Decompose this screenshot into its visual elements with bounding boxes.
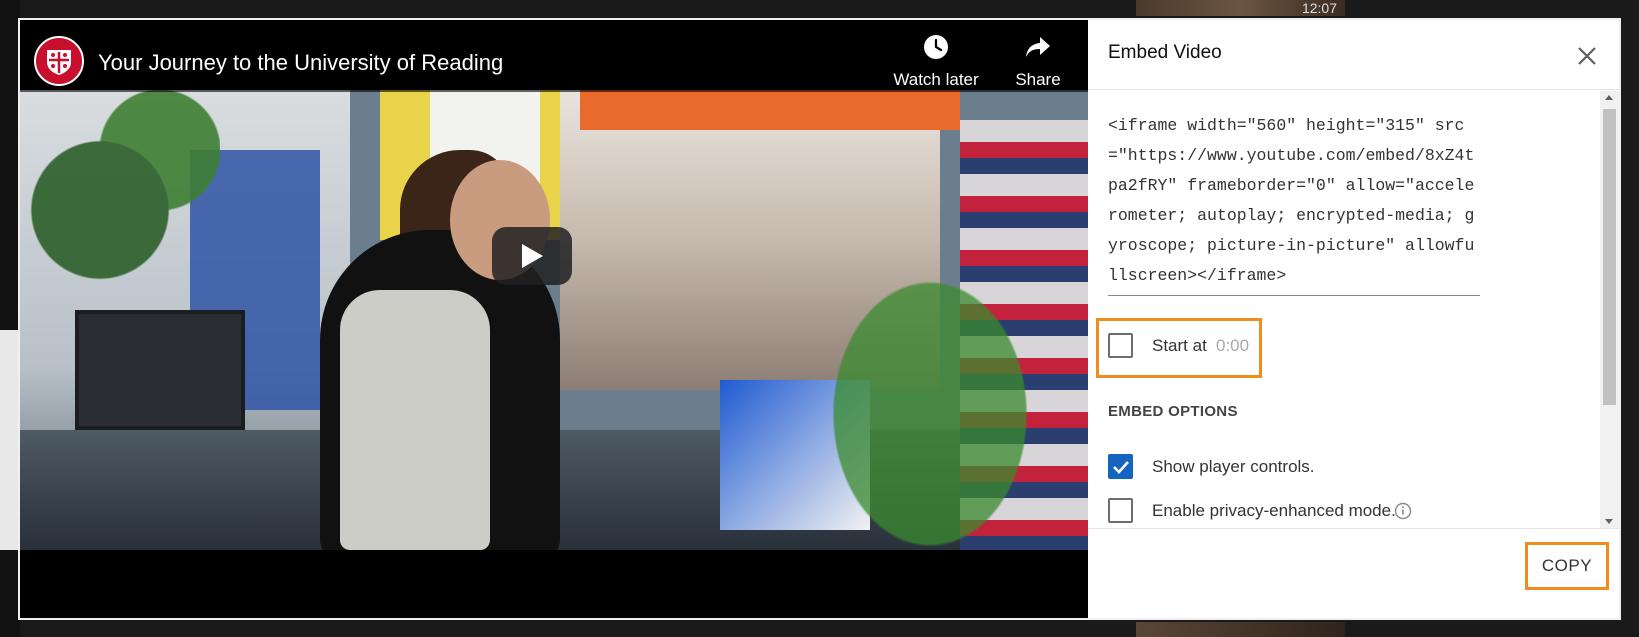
- play-icon: [522, 244, 543, 268]
- background-thumbnail-duration: 12:07: [1301, 0, 1337, 16]
- embed-code-textarea[interactable]: <iframe width="560" height="315" src="ht…: [1108, 111, 1480, 296]
- share-button[interactable]: Share: [1003, 34, 1073, 90]
- embed-scrollbar[interactable]: [1600, 91, 1619, 528]
- clock-icon: [924, 35, 948, 59]
- close-button[interactable]: [1573, 42, 1601, 70]
- embed-dialog: Your Journey to the University of Readin…: [18, 18, 1621, 620]
- video-frame: [20, 90, 1088, 550]
- privacy-enhanced-mode-label: Enable privacy-enhanced mode.: [1152, 501, 1396, 520]
- share-arrow-icon: [1026, 37, 1050, 57]
- embed-panel-header: Embed Video: [1088, 20, 1619, 90]
- copy-button[interactable]: COPY: [1525, 542, 1609, 590]
- university-crest-icon: [47, 50, 71, 75]
- scene-person-vest: [340, 290, 490, 550]
- scene-plant-left: [20, 90, 220, 290]
- share-label: Share: [1015, 70, 1061, 89]
- embed-panel-title: Embed Video: [1108, 42, 1222, 63]
- scene-plant-right: [780, 210, 1080, 550]
- start-at-label: Start at: [1152, 336, 1207, 355]
- background-thumbnail-bottom: [1136, 622, 1345, 637]
- embed-panel-footer: COPY: [1088, 528, 1619, 618]
- embed-panel: Embed Video <iframe width="560" height="…: [1088, 20, 1619, 618]
- privacy-enhanced-mode-checkbox[interactable]: [1108, 498, 1133, 523]
- close-icon: [1578, 47, 1596, 65]
- show-player-controls-label: Show player controls.: [1152, 457, 1315, 476]
- background-left-panel: [0, 330, 20, 550]
- watch-later-button[interactable]: Watch later: [886, 34, 986, 90]
- video-player[interactable]: Your Journey to the University of Readin…: [20, 20, 1088, 618]
- start-at-time-input[interactable]: 0:00: [1216, 336, 1249, 356]
- scroll-up-arrow-icon[interactable]: [1605, 95, 1613, 100]
- watch-later-label: Watch later: [893, 70, 979, 89]
- scrollbar-thumb[interactable]: [1603, 109, 1616, 405]
- channel-logo[interactable]: [34, 36, 84, 86]
- background-thumbnail: 12:07: [1136, 0, 1345, 16]
- scroll-down-arrow-icon[interactable]: [1605, 519, 1613, 524]
- player-header: Your Journey to the University of Readin…: [20, 20, 1088, 92]
- video-title[interactable]: Your Journey to the University of Readin…: [98, 50, 503, 76]
- embed-options-heading: EMBED OPTIONS: [1108, 403, 1238, 420]
- scene-orange-ceiling: [580, 90, 960, 130]
- start-at-checkbox[interactable]: [1108, 333, 1133, 358]
- play-button[interactable]: [492, 227, 572, 285]
- checkmark-icon: [1112, 460, 1129, 474]
- info-icon[interactable]: [1394, 502, 1412, 520]
- show-player-controls-checkbox[interactable]: [1108, 454, 1133, 479]
- embed-scroll-area[interactable]: <iframe width="560" height="315" src="ht…: [1088, 91, 1600, 528]
- scene-monitor: [75, 310, 245, 430]
